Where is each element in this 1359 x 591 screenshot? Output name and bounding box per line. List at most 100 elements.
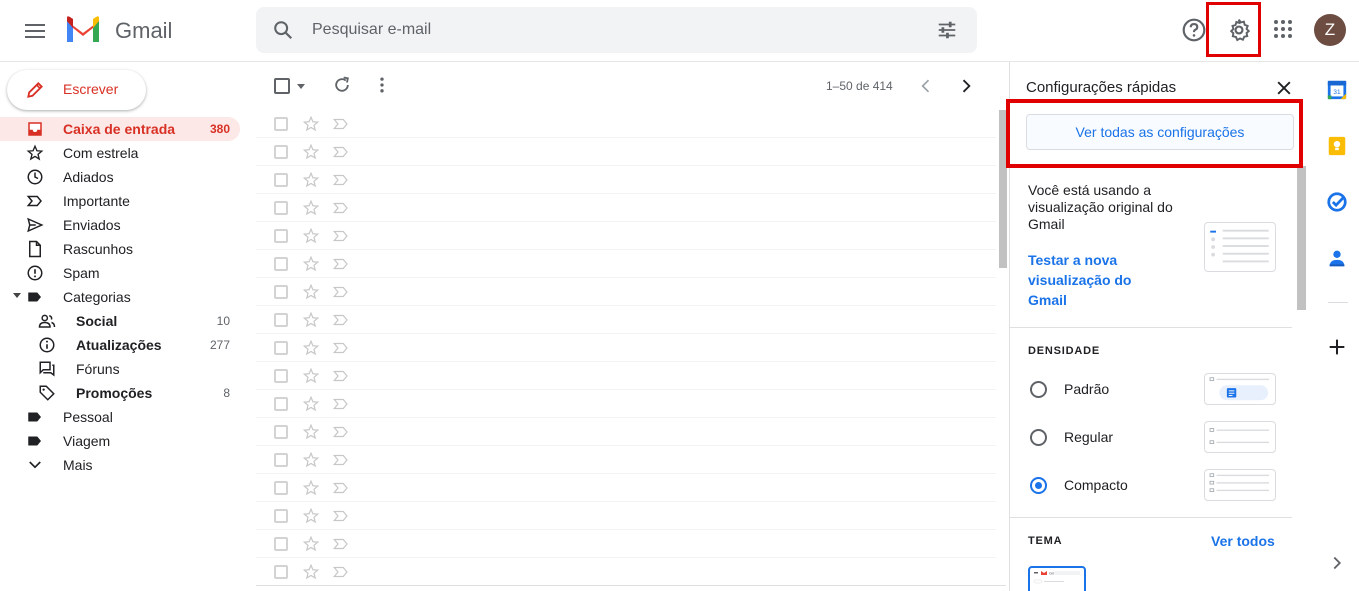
density-option-regular[interactable]: Regular bbox=[1028, 421, 1288, 453]
radio-button-selected[interactable] bbox=[1030, 477, 1047, 494]
mail-checkbox[interactable] bbox=[274, 397, 288, 411]
important-marker-icon[interactable] bbox=[332, 424, 350, 440]
important-marker-icon[interactable] bbox=[332, 284, 350, 300]
sidebar-item-important[interactable]: Importante bbox=[0, 189, 240, 213]
density-option-compact[interactable]: Compacto bbox=[1028, 469, 1288, 501]
quick-settings-scrollbar[interactable] bbox=[1297, 166, 1306, 310]
main-menu-button[interactable] bbox=[18, 14, 52, 48]
important-marker-icon[interactable] bbox=[332, 116, 350, 132]
sidebar-item-spam[interactable]: Spam bbox=[0, 261, 240, 285]
radio-button[interactable] bbox=[1030, 429, 1047, 446]
compose-button[interactable]: Escrever bbox=[7, 70, 146, 110]
mail-row[interactable] bbox=[256, 474, 996, 502]
mail-row[interactable] bbox=[256, 334, 996, 362]
star-icon[interactable] bbox=[302, 395, 320, 413]
sidebar-item-inbox[interactable]: Caixa de entrada 380 bbox=[0, 117, 240, 141]
help-icon[interactable] bbox=[1181, 17, 1207, 43]
select-dropdown-icon[interactable] bbox=[297, 84, 305, 89]
theme-default-thumbnail[interactable]: Gmail bbox=[1028, 566, 1086, 591]
important-marker-icon[interactable] bbox=[332, 564, 350, 580]
sidebar-item-social[interactable]: Social 10 bbox=[0, 309, 240, 333]
expand-side-panel-chevron-icon[interactable] bbox=[1326, 552, 1348, 574]
mail-checkbox[interactable] bbox=[274, 201, 288, 215]
star-icon[interactable] bbox=[302, 535, 320, 553]
star-icon[interactable] bbox=[302, 367, 320, 385]
important-marker-icon[interactable] bbox=[332, 396, 350, 412]
important-marker-icon[interactable] bbox=[332, 172, 350, 188]
star-icon[interactable] bbox=[302, 479, 320, 497]
mail-row[interactable] bbox=[256, 278, 996, 306]
mail-row[interactable] bbox=[256, 306, 996, 334]
refresh-icon[interactable] bbox=[332, 75, 352, 95]
select-all-checkbox[interactable] bbox=[274, 78, 290, 94]
mail-checkbox[interactable] bbox=[274, 481, 288, 495]
star-icon[interactable] bbox=[302, 423, 320, 441]
density-option-default[interactable]: Padrão bbox=[1028, 373, 1288, 405]
important-marker-icon[interactable] bbox=[332, 536, 350, 552]
star-icon[interactable] bbox=[302, 283, 320, 301]
mail-row[interactable] bbox=[256, 138, 996, 166]
mail-checkbox[interactable] bbox=[274, 257, 288, 271]
mail-checkbox[interactable] bbox=[274, 341, 288, 355]
try-new-view-link[interactable]: Testar a nova visualização do Gmail bbox=[1028, 250, 1168, 310]
star-icon[interactable] bbox=[302, 255, 320, 273]
sidebar-item-forums[interactable]: Fóruns bbox=[0, 357, 240, 381]
mail-row[interactable] bbox=[256, 110, 996, 138]
mail-checkbox[interactable] bbox=[274, 285, 288, 299]
gmail-logo-icon[interactable] bbox=[64, 15, 102, 45]
mail-row[interactable] bbox=[256, 166, 996, 194]
see-all-themes-link[interactable]: Ver todos bbox=[1211, 533, 1275, 549]
settings-gear-icon[interactable] bbox=[1226, 17, 1252, 43]
close-icon[interactable] bbox=[1274, 78, 1294, 98]
apps-grid-icon[interactable] bbox=[1271, 17, 1295, 41]
star-icon[interactable] bbox=[302, 311, 320, 329]
keep-notes-icon[interactable] bbox=[1326, 135, 1348, 157]
radio-button[interactable] bbox=[1030, 381, 1047, 398]
important-marker-icon[interactable] bbox=[332, 480, 350, 496]
mail-checkbox[interactable] bbox=[274, 229, 288, 243]
mail-row[interactable] bbox=[256, 250, 996, 278]
star-icon[interactable] bbox=[302, 227, 320, 245]
mail-row[interactable] bbox=[256, 390, 996, 418]
mail-checkbox[interactable] bbox=[274, 173, 288, 187]
sidebar-item-travel[interactable]: Viagem bbox=[0, 429, 240, 453]
mail-checkbox[interactable] bbox=[274, 453, 288, 467]
sidebar-item-starred[interactable]: Com estrela bbox=[0, 141, 240, 165]
star-icon[interactable] bbox=[302, 115, 320, 133]
sidebar-item-personal[interactable]: Pessoal bbox=[0, 405, 240, 429]
star-icon[interactable] bbox=[302, 451, 320, 469]
chevron-right-icon[interactable] bbox=[956, 76, 976, 96]
sidebar-item-more[interactable]: Mais bbox=[0, 453, 240, 477]
mail-checkbox[interactable] bbox=[274, 425, 288, 439]
sidebar-item-snoozed[interactable]: Adiados bbox=[0, 165, 240, 189]
important-marker-icon[interactable] bbox=[332, 508, 350, 524]
important-marker-icon[interactable] bbox=[332, 228, 350, 244]
sidebar-item-promotions[interactable]: Promoções 8 bbox=[0, 381, 240, 405]
mail-row[interactable] bbox=[256, 362, 996, 390]
mail-row[interactable] bbox=[256, 418, 996, 446]
search-options-icon[interactable] bbox=[936, 19, 958, 41]
sidebar-item-categories[interactable]: Categorias bbox=[0, 285, 240, 309]
account-avatar[interactable]: Z bbox=[1314, 14, 1346, 46]
add-addon-plus-icon[interactable] bbox=[1326, 336, 1348, 358]
more-vert-icon[interactable] bbox=[372, 75, 392, 95]
mail-row[interactable] bbox=[256, 502, 996, 530]
star-icon[interactable] bbox=[302, 339, 320, 357]
important-marker-icon[interactable] bbox=[332, 200, 350, 216]
important-marker-icon[interactable] bbox=[332, 312, 350, 328]
important-marker-icon[interactable] bbox=[332, 256, 350, 272]
mail-row[interactable] bbox=[256, 446, 996, 474]
star-icon[interactable] bbox=[302, 199, 320, 217]
important-marker-icon[interactable] bbox=[332, 144, 350, 160]
important-marker-icon[interactable] bbox=[332, 368, 350, 384]
important-marker-icon[interactable] bbox=[332, 340, 350, 356]
mail-row[interactable] bbox=[256, 530, 996, 558]
mail-checkbox[interactable] bbox=[274, 369, 288, 383]
chevron-left-icon[interactable] bbox=[916, 76, 936, 96]
sidebar-item-updates[interactable]: Atualizações 277 bbox=[0, 333, 240, 357]
mail-checkbox[interactable] bbox=[274, 313, 288, 327]
important-marker-icon[interactable] bbox=[332, 452, 350, 468]
star-icon[interactable] bbox=[302, 171, 320, 189]
expand-caret-icon[interactable] bbox=[13, 293, 21, 298]
tasks-icon[interactable] bbox=[1326, 191, 1348, 213]
